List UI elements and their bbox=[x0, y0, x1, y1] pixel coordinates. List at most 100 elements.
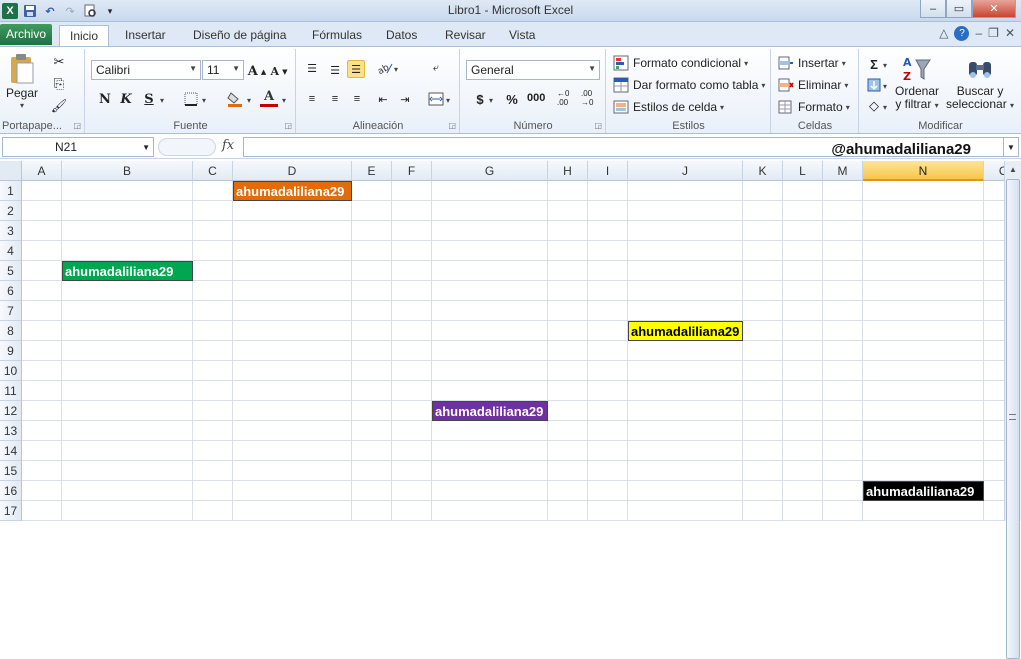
row-header-17[interactable]: 17 bbox=[0, 501, 22, 521]
chevron-down-icon[interactable]: ▾ bbox=[202, 96, 206, 105]
row-header-6[interactable]: 6 bbox=[0, 281, 22, 301]
cell-n16[interactable]: ahumadaliliana29 bbox=[863, 481, 984, 501]
align-bottom-icon[interactable]: ☰ bbox=[347, 60, 365, 78]
font-name-combo[interactable]: Calibri ▼ bbox=[91, 60, 201, 80]
chevron-down-icon[interactable]: ▾ bbox=[489, 96, 493, 105]
chevron-down-icon[interactable]: ▾ bbox=[883, 61, 887, 70]
tab-archivo[interactable]: Archivo bbox=[0, 24, 52, 45]
column-header-m[interactable]: M bbox=[823, 161, 863, 181]
column-header-e[interactable]: E bbox=[352, 161, 392, 181]
row-header-9[interactable]: 9 bbox=[0, 341, 22, 361]
row-header-10[interactable]: 10 bbox=[0, 361, 22, 381]
minimize-ribbon-icon[interactable]: △ bbox=[939, 26, 948, 41]
increase-decimal-icon[interactable]: ←0.00 bbox=[557, 89, 569, 107]
tab-formulas[interactable]: Fórmulas bbox=[302, 25, 372, 46]
borders-icon[interactable] bbox=[182, 90, 200, 108]
vertical-scrollbar[interactable]: ▲ bbox=[1004, 161, 1021, 659]
row-header-1[interactable]: 1 bbox=[0, 181, 22, 201]
row-header-14[interactable]: 14 bbox=[0, 441, 22, 461]
underline-button[interactable]: S bbox=[140, 90, 158, 108]
chevron-down-icon[interactable]: ▾ bbox=[282, 96, 286, 105]
chevron-down-icon[interactable]: ▾ bbox=[883, 103, 887, 112]
align-center-icon[interactable]: ≡ bbox=[326, 90, 344, 108]
column-header-d[interactable]: D bbox=[233, 161, 352, 181]
paste-button[interactable]: Pegar ▾ bbox=[6, 53, 38, 110]
thousands-button[interactable]: 000 bbox=[527, 92, 545, 104]
expand-formula-bar-button[interactable]: ▼ bbox=[1003, 137, 1019, 157]
insert-function-icon[interactable]: fx bbox=[222, 138, 234, 153]
chevron-down-icon[interactable]: ▾ bbox=[160, 96, 164, 105]
minimize-button[interactable]: – bbox=[920, 0, 946, 18]
doc-minimize-icon[interactable]: – bbox=[975, 26, 982, 41]
align-top-icon[interactable]: ☰ bbox=[303, 59, 321, 77]
fill-color-icon[interactable] bbox=[226, 90, 244, 108]
increase-indent-icon[interactable]: ⇥ bbox=[396, 90, 414, 108]
column-header-n[interactable]: N bbox=[863, 161, 984, 181]
column-header-b[interactable]: B bbox=[62, 161, 193, 181]
doc-restore-icon[interactable]: ❐ bbox=[988, 26, 999, 41]
italic-button[interactable]: K bbox=[117, 90, 135, 108]
conditional-format-button[interactable]: Formato condicional ▾ bbox=[612, 54, 748, 72]
column-header-k[interactable]: K bbox=[743, 161, 783, 181]
close-button[interactable]: ✕ bbox=[972, 0, 1016, 18]
dialog-launcher-icon[interactable]: ◲ bbox=[594, 121, 602, 130]
number-format-combo[interactable]: General ▼ bbox=[466, 60, 600, 80]
decrease-indent-icon[interactable]: ⇤ bbox=[374, 90, 392, 108]
chevron-down-icon[interactable]: ▾ bbox=[446, 96, 450, 105]
sort-filter-button[interactable]: AZ Ordenar y filtrar ▾ bbox=[895, 53, 939, 112]
format-as-table-button[interactable]: Dar formato como tabla ▾ bbox=[612, 76, 765, 94]
find-select-button[interactable]: Buscar y seleccionar ▾ bbox=[946, 53, 1014, 112]
row-header-12[interactable]: 12 bbox=[0, 401, 22, 421]
cell-g12[interactable]: ahumadaliliana29 bbox=[432, 401, 548, 421]
autosum-icon[interactable]: Σ bbox=[865, 55, 883, 73]
delete-cells-button[interactable]: Eliminar ▾ bbox=[777, 76, 848, 94]
grow-font-icon[interactable]: A ▲ bbox=[248, 62, 266, 80]
bold-button[interactable]: N bbox=[96, 90, 114, 108]
percent-button[interactable]: % bbox=[503, 90, 521, 108]
tab-vista[interactable]: Vista bbox=[499, 25, 545, 46]
tab-inicio[interactable]: Inicio bbox=[59, 25, 110, 46]
align-right-icon[interactable]: ≡ bbox=[348, 90, 366, 108]
copy-icon[interactable]: ⎘ bbox=[50, 75, 68, 93]
clear-icon[interactable]: ◇ bbox=[865, 97, 883, 115]
column-header-o[interactable]: O bbox=[984, 161, 1004, 181]
row-header-11[interactable]: 11 bbox=[0, 381, 22, 401]
worksheet-grid[interactable]: ABCDEFGHIJKLMNO 1 2 3 4 5 6 7 8 9 10 11 12 13 14 15 16 1… bbox=[0, 161, 1004, 521]
row-header-8[interactable]: 8 bbox=[0, 321, 22, 341]
shrink-font-icon[interactable]: A ▼ bbox=[270, 62, 288, 80]
row-header-3[interactable]: 3 bbox=[0, 221, 22, 241]
cell-b5[interactable]: ahumadaliliana29 bbox=[62, 261, 193, 281]
chevron-down-icon[interactable]: ▾ bbox=[247, 96, 251, 105]
column-header-j[interactable]: J bbox=[628, 161, 743, 181]
tab-revisar[interactable]: Revisar bbox=[435, 25, 496, 46]
column-header-l[interactable]: L bbox=[783, 161, 823, 181]
formula-input[interactable]: @ahumadaliliana29 bbox=[243, 137, 1004, 158]
format-cells-button[interactable]: Formato ▾ bbox=[777, 98, 850, 116]
column-header-i[interactable]: I bbox=[588, 161, 628, 181]
insert-cells-button[interactable]: Insertar ▾ bbox=[777, 54, 846, 72]
wrap-text-icon[interactable]: ⤶ bbox=[427, 59, 445, 77]
help-icon[interactable]: ? bbox=[954, 26, 970, 41]
align-left-icon[interactable]: ≡ bbox=[303, 90, 321, 108]
font-size-combo[interactable]: 11 ▼ bbox=[202, 60, 244, 80]
dialog-launcher-icon[interactable]: ◲ bbox=[284, 121, 292, 130]
chevron-down-icon[interactable]: ▾ bbox=[394, 65, 398, 74]
row-header-2[interactable]: 2 bbox=[0, 201, 22, 221]
tab-datos[interactable]: Datos bbox=[376, 25, 427, 46]
column-header-c[interactable]: C bbox=[193, 161, 233, 181]
font-color-icon[interactable]: A bbox=[260, 88, 278, 107]
column-header-h[interactable]: H bbox=[548, 161, 588, 181]
cell-d1[interactable]: ahumadaliliana29 bbox=[233, 181, 352, 201]
row-header-15[interactable]: 15 bbox=[0, 461, 22, 481]
format-painter-icon[interactable]: 🖌 bbox=[50, 97, 68, 115]
orientation-icon[interactable]: ab bbox=[376, 59, 394, 77]
formula-bar-divider-handle[interactable] bbox=[158, 138, 216, 156]
column-header-a[interactable]: A bbox=[22, 161, 62, 181]
align-middle-icon[interactable]: ☰ bbox=[326, 61, 344, 79]
decrease-decimal-icon[interactable]: .00 →0 bbox=[581, 89, 593, 107]
scroll-up-icon[interactable]: ▲ bbox=[1005, 161, 1021, 178]
name-box[interactable]: N21 ▼ bbox=[2, 137, 154, 157]
chevron-down-icon[interactable]: ▾ bbox=[883, 82, 887, 91]
currency-button[interactable]: $ bbox=[471, 90, 489, 108]
doc-close-icon[interactable]: ✕ bbox=[1005, 26, 1015, 41]
